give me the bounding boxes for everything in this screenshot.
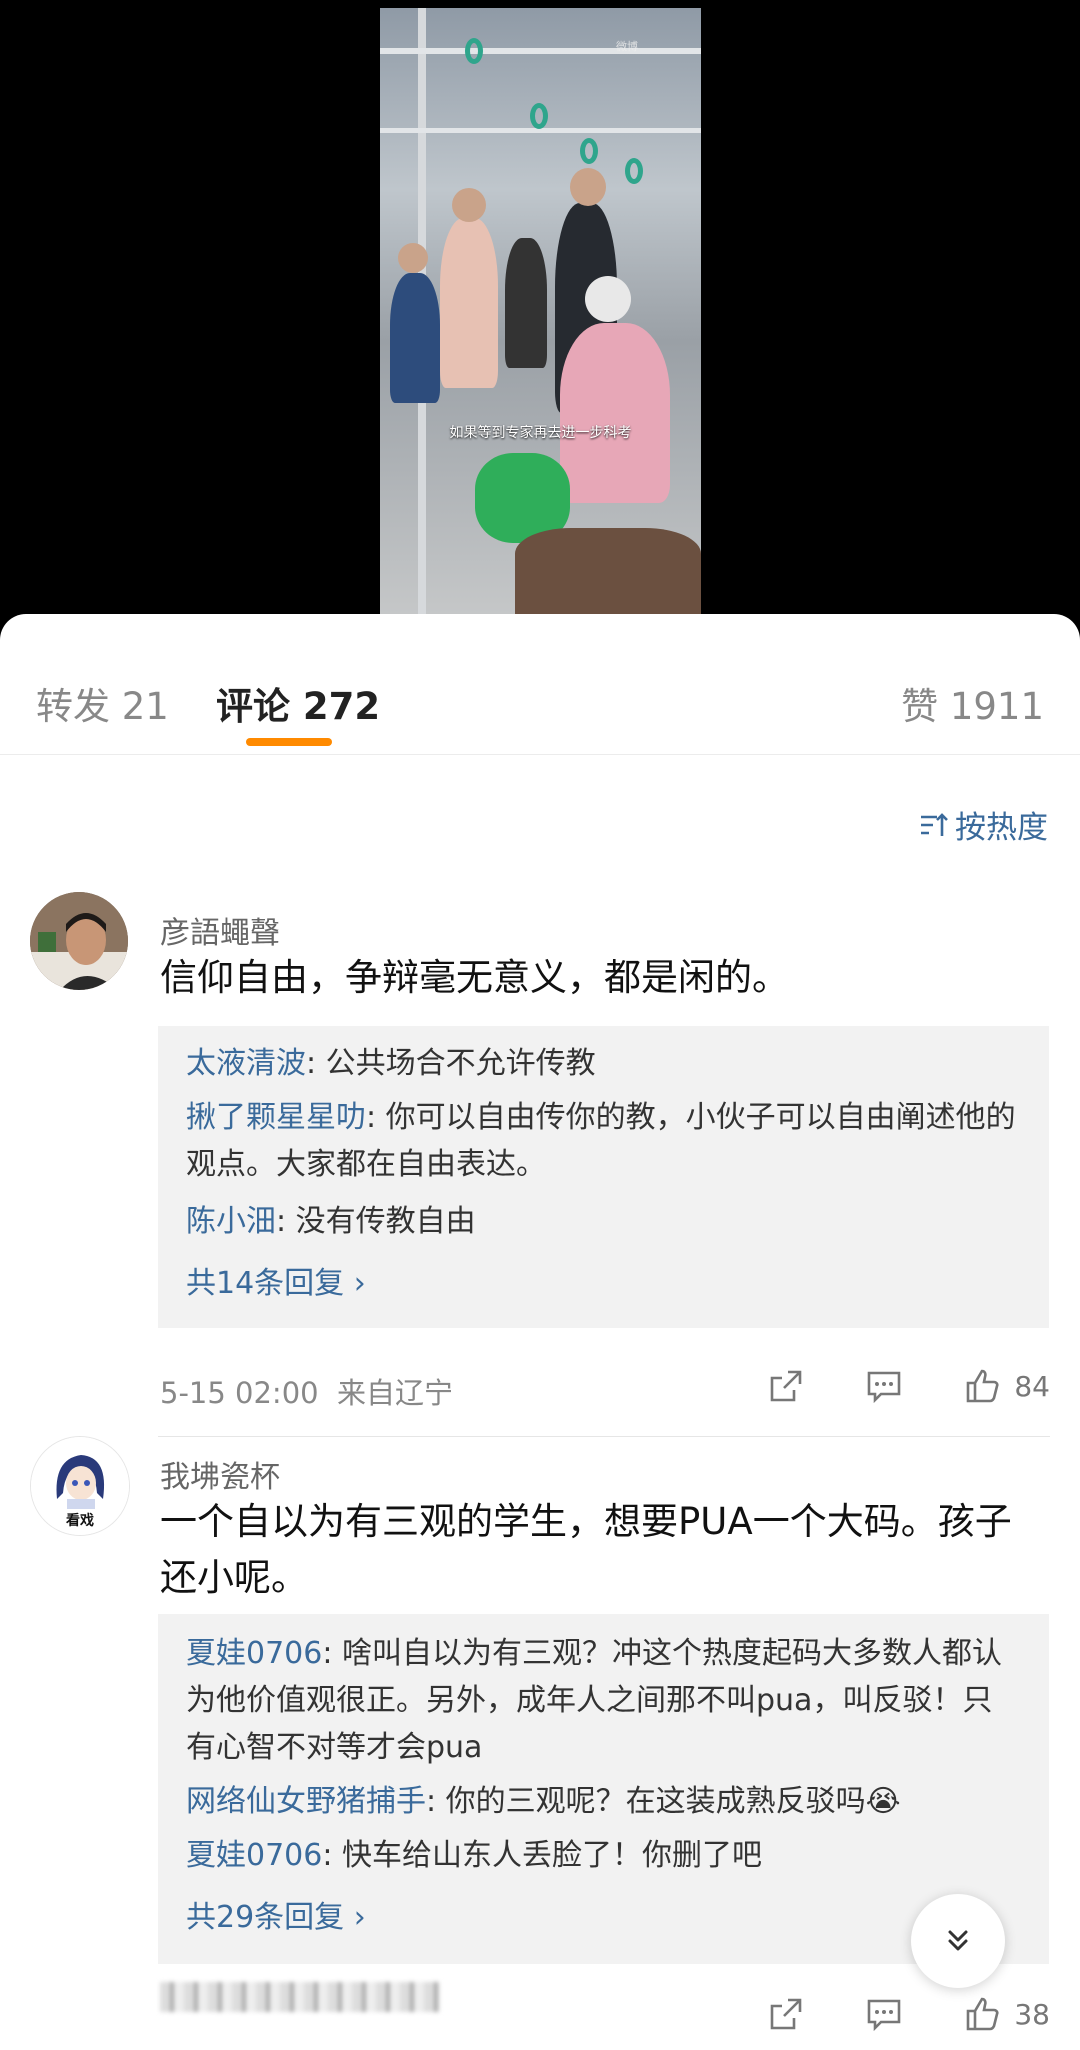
reply-username[interactable]: 陈小沺	[186, 1204, 276, 1239]
tab-comments[interactable]: 评论 272	[216, 676, 380, 730]
share-icon[interactable]	[768, 1996, 804, 2032]
like-icon[interactable]	[964, 1368, 1000, 1404]
comment-actions: 38	[706, 1996, 1050, 2032]
comment-username[interactable]: 彦語蠅聲	[160, 908, 280, 952]
video-watermark: 微博	[616, 40, 638, 53]
scroll-down-button[interactable]	[911, 1894, 1005, 1988]
double-chevron-down-icon	[948, 1930, 968, 1951]
tab-likes[interactable]: 赞 1911	[901, 676, 1044, 730]
reply-box[interactable]: 太液清波: 公共场合不允许传教 揪了颗星星叻: 你可以自由传你的教，小伙子可以自…	[158, 1026, 1049, 1328]
reply-username[interactable]: 网络仙女野猪捕手	[186, 1784, 426, 1819]
comment-text: 信仰自由，争辩毫无意义，都是闲的。	[160, 956, 789, 999]
sort-label: 按热度	[955, 810, 1048, 846]
comment-actions: 84	[706, 1368, 1050, 1404]
active-tab-indicator	[246, 738, 332, 746]
reply-icon[interactable]	[866, 1996, 902, 2032]
avatar[interactable]: 看戏	[30, 1436, 130, 1536]
comment-username[interactable]: 我坲瓷杯	[160, 1452, 280, 1496]
reply-box[interactable]: 夏娃0706: 啥叫自以为有三观？冲这个热度起码大多数人都认为他价值观很正。另外…	[158, 1614, 1049, 1964]
view-more-replies-link[interactable]: 共29条回复 ›	[186, 1892, 366, 1936]
obscured-meta	[160, 1982, 440, 2012]
reply-text: : 快车给山东人丢脸了！你删了吧	[322, 1838, 763, 1873]
svg-text:看戏: 看戏	[65, 1512, 94, 1529]
share-icon[interactable]	[768, 1368, 804, 1404]
divider	[158, 1436, 1050, 1437]
avatar[interactable]	[30, 892, 128, 990]
reply-username[interactable]: 揪了颗星星叻	[186, 1100, 366, 1135]
comment-meta: 5-15 02:00 来自辽宁	[160, 1370, 453, 1412]
comment-time: 5-15 02:00	[160, 1376, 319, 1410]
tab-repost[interactable]: 转发 21	[36, 676, 169, 730]
reply-item: 揪了颗星星叻: 你可以自由传你的教，小伙子可以自由阐述他的观点。大家都在自由表达…	[186, 1094, 1021, 1188]
reply-username[interactable]: 夏娃0706	[186, 1838, 322, 1873]
video-player[interactable]: 微博 如果等到专家再去进一步科考	[380, 8, 701, 614]
reply-text: : 没有传教自由	[276, 1204, 476, 1239]
reply-item: 夏娃0706: 快车给山东人丢脸了！你删了吧	[186, 1832, 1021, 1879]
sort-button[interactable]: 按热度	[919, 802, 1048, 847]
reply-item: 陈小沺: 没有传教自由	[186, 1198, 1021, 1245]
like-count: 84	[1014, 1369, 1050, 1403]
reply-item: 太液清波: 公共场合不允许传教	[186, 1040, 1021, 1087]
video-caption: 如果等到专家再去进一步科考	[449, 425, 632, 441]
comment-panel: 转发 21 评论 272 赞 1911 按热度 彦語蠅聲 信仰自由，争辩毫无意义…	[0, 614, 1080, 2050]
reply-username[interactable]: 夏娃0706	[186, 1636, 322, 1671]
tab-bar: 转发 21 评论 272 赞 1911	[0, 614, 1080, 755]
sort-icon	[921, 812, 948, 836]
reply-text: : 你的三观呢？在这装成熟反驳吗😭	[426, 1784, 901, 1819]
view-more-replies-link[interactable]: 共14条回复 ›	[186, 1258, 366, 1302]
reply-username[interactable]: 太液清波	[186, 1046, 306, 1081]
reply-text: : 公共场合不允许传教	[306, 1046, 596, 1081]
comment-location: 来自辽宁	[337, 1376, 454, 1410]
reply-item: 夏娃0706: 啥叫自以为有三观？冲这个热度起码大多数人都认为他价值观很正。另外…	[186, 1630, 1021, 1771]
like-count: 38	[1014, 1997, 1050, 2031]
like-icon[interactable]	[964, 1996, 1000, 2032]
reply-icon[interactable]	[866, 1368, 902, 1404]
comment-text: 一个自以为有三观的学生，想要PUA一个大码。孩子还小呢。	[160, 1500, 1012, 1599]
reply-item: 网络仙女野猪捕手: 你的三观呢？在这装成熟反驳吗😭	[186, 1778, 1021, 1825]
